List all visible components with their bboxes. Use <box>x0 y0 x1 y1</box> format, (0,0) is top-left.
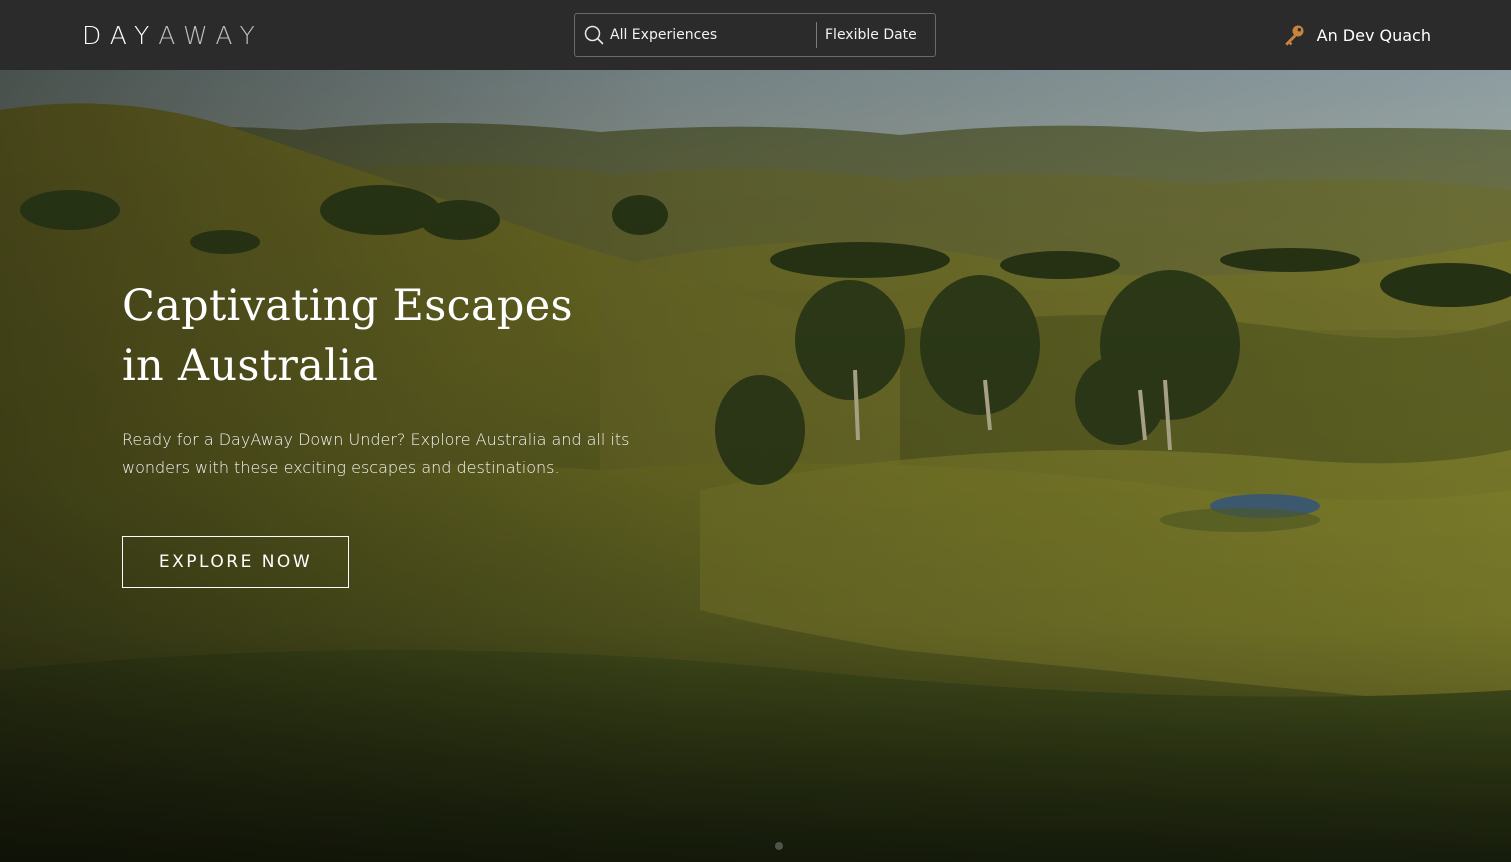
date-filter[interactable]: Flexible Date <box>825 27 917 43</box>
user-account-menu[interactable]: An Dev Quach <box>1281 20 1431 50</box>
carousel-indicator-dot[interactable] <box>775 842 783 850</box>
hero-title-line-2: in Australia <box>122 341 379 391</box>
experience-filter[interactable]: All Experiences <box>610 27 816 43</box>
hero-content: Captivating Escapes in Australia Ready f… <box>122 276 682 588</box>
search-divider <box>816 22 817 48</box>
explore-now-button[interactable]: EXPLORE NOW <box>122 536 349 588</box>
dayaway-logo[interactable]: DAY AWAY <box>82 20 264 50</box>
user-name: An Dev Quach <box>1316 25 1431 45</box>
top-navigation-bar: DAY AWAY All Experiences Flexible Date An… <box>0 0 1511 70</box>
search-bar[interactable]: All Experiences Flexible Date <box>574 13 936 57</box>
logo-day-text: DAY <box>82 20 159 50</box>
hero-description: Ready for a DayAway Down Under? Explore … <box>122 430 630 477</box>
search-icon[interactable] <box>583 24 605 46</box>
hero-title-line-1: Captivating Escapes <box>122 281 573 331</box>
logo-away-text: AWAY <box>158 20 264 50</box>
key-icon <box>1281 22 1307 48</box>
hero-section: Captivating Escapes in Australia Ready f… <box>0 70 1511 862</box>
hero-title: Captivating Escapes in Australia <box>122 276 682 396</box>
